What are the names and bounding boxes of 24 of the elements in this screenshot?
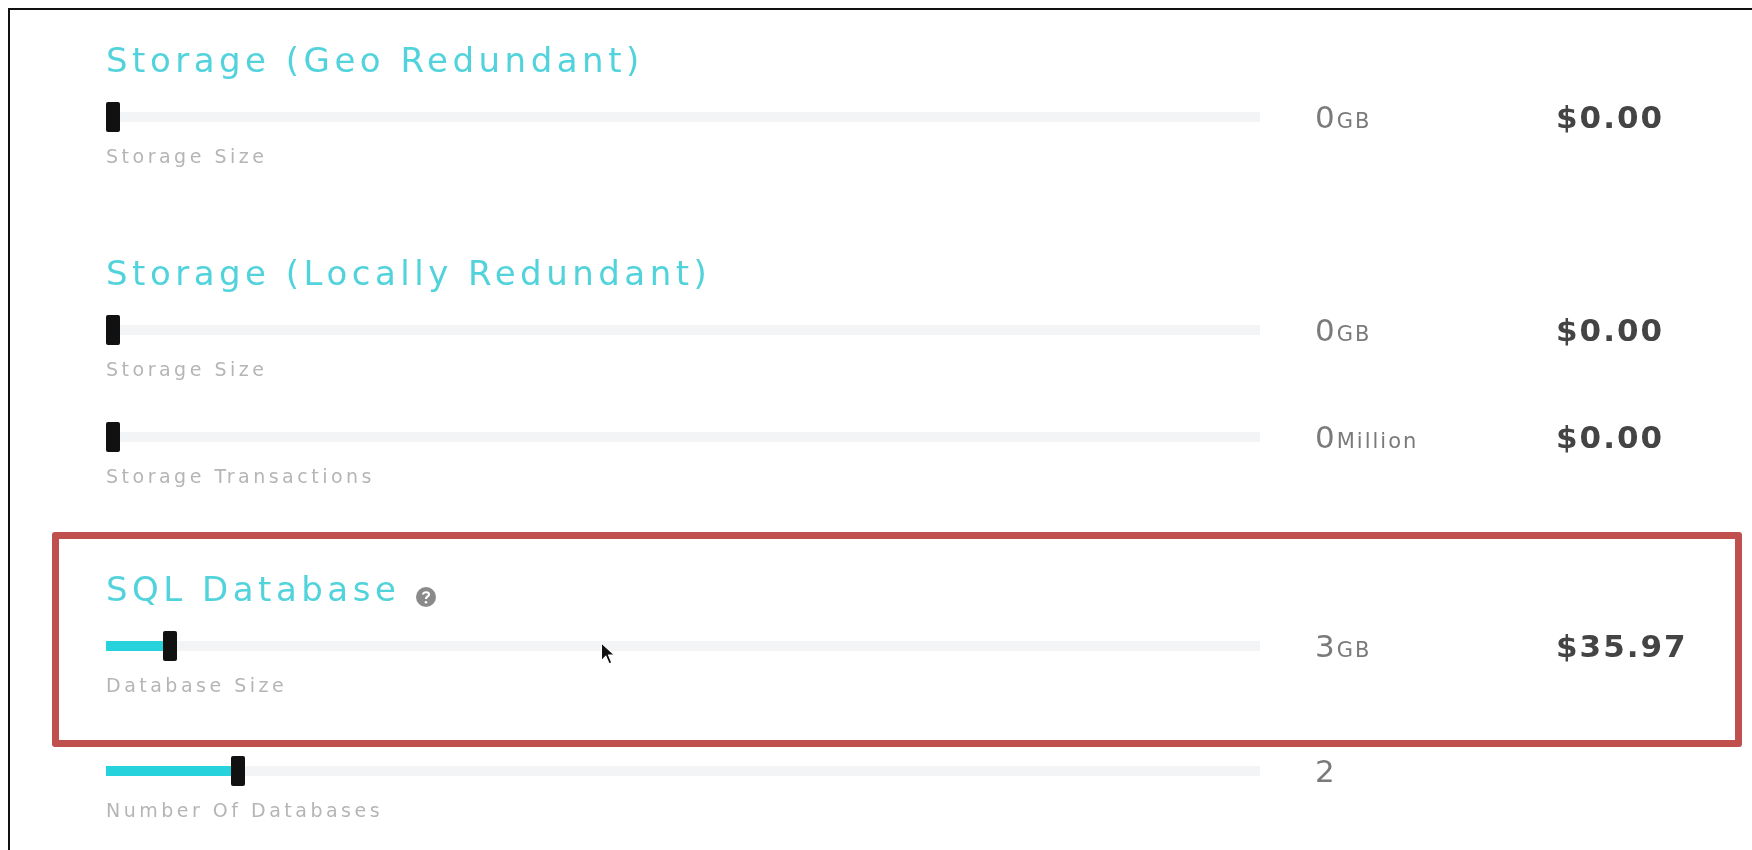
mouse-pointer-icon	[600, 642, 616, 666]
help-icon[interactable]	[416, 587, 437, 607]
section-title: SQL Database	[106, 569, 401, 609]
quantity-value: 0 GB	[1315, 312, 1373, 348]
slider-handle[interactable]	[163, 631, 177, 661]
slider-handle[interactable]	[231, 756, 246, 786]
quantity-value: 0 GB	[1315, 99, 1373, 135]
slider-label: Storage Size	[106, 358, 269, 380]
slider-handle[interactable]	[106, 102, 120, 132]
section-title: Storage (Locally Redundant)	[106, 253, 712, 293]
price: $0.00	[1556, 99, 1666, 135]
slider-handle[interactable]	[106, 315, 120, 345]
slider-handle[interactable]	[106, 422, 120, 452]
quantity-value: 2	[1315, 753, 1336, 789]
slider-label: Storage Size	[106, 145, 269, 167]
price: $35.97	[1556, 628, 1689, 664]
quantity-value: 3 GB	[1315, 628, 1373, 664]
quantity-value: 0 Million	[1315, 419, 1420, 455]
slider-label: Number Of Databases	[106, 799, 385, 821]
price: $0.00	[1556, 419, 1666, 455]
slider-label: Storage Transactions	[106, 465, 376, 487]
price: $0.00	[1556, 312, 1666, 348]
section-title: Storage (Geo Redundant)	[106, 40, 644, 80]
slider-label: Database Size	[106, 674, 289, 696]
